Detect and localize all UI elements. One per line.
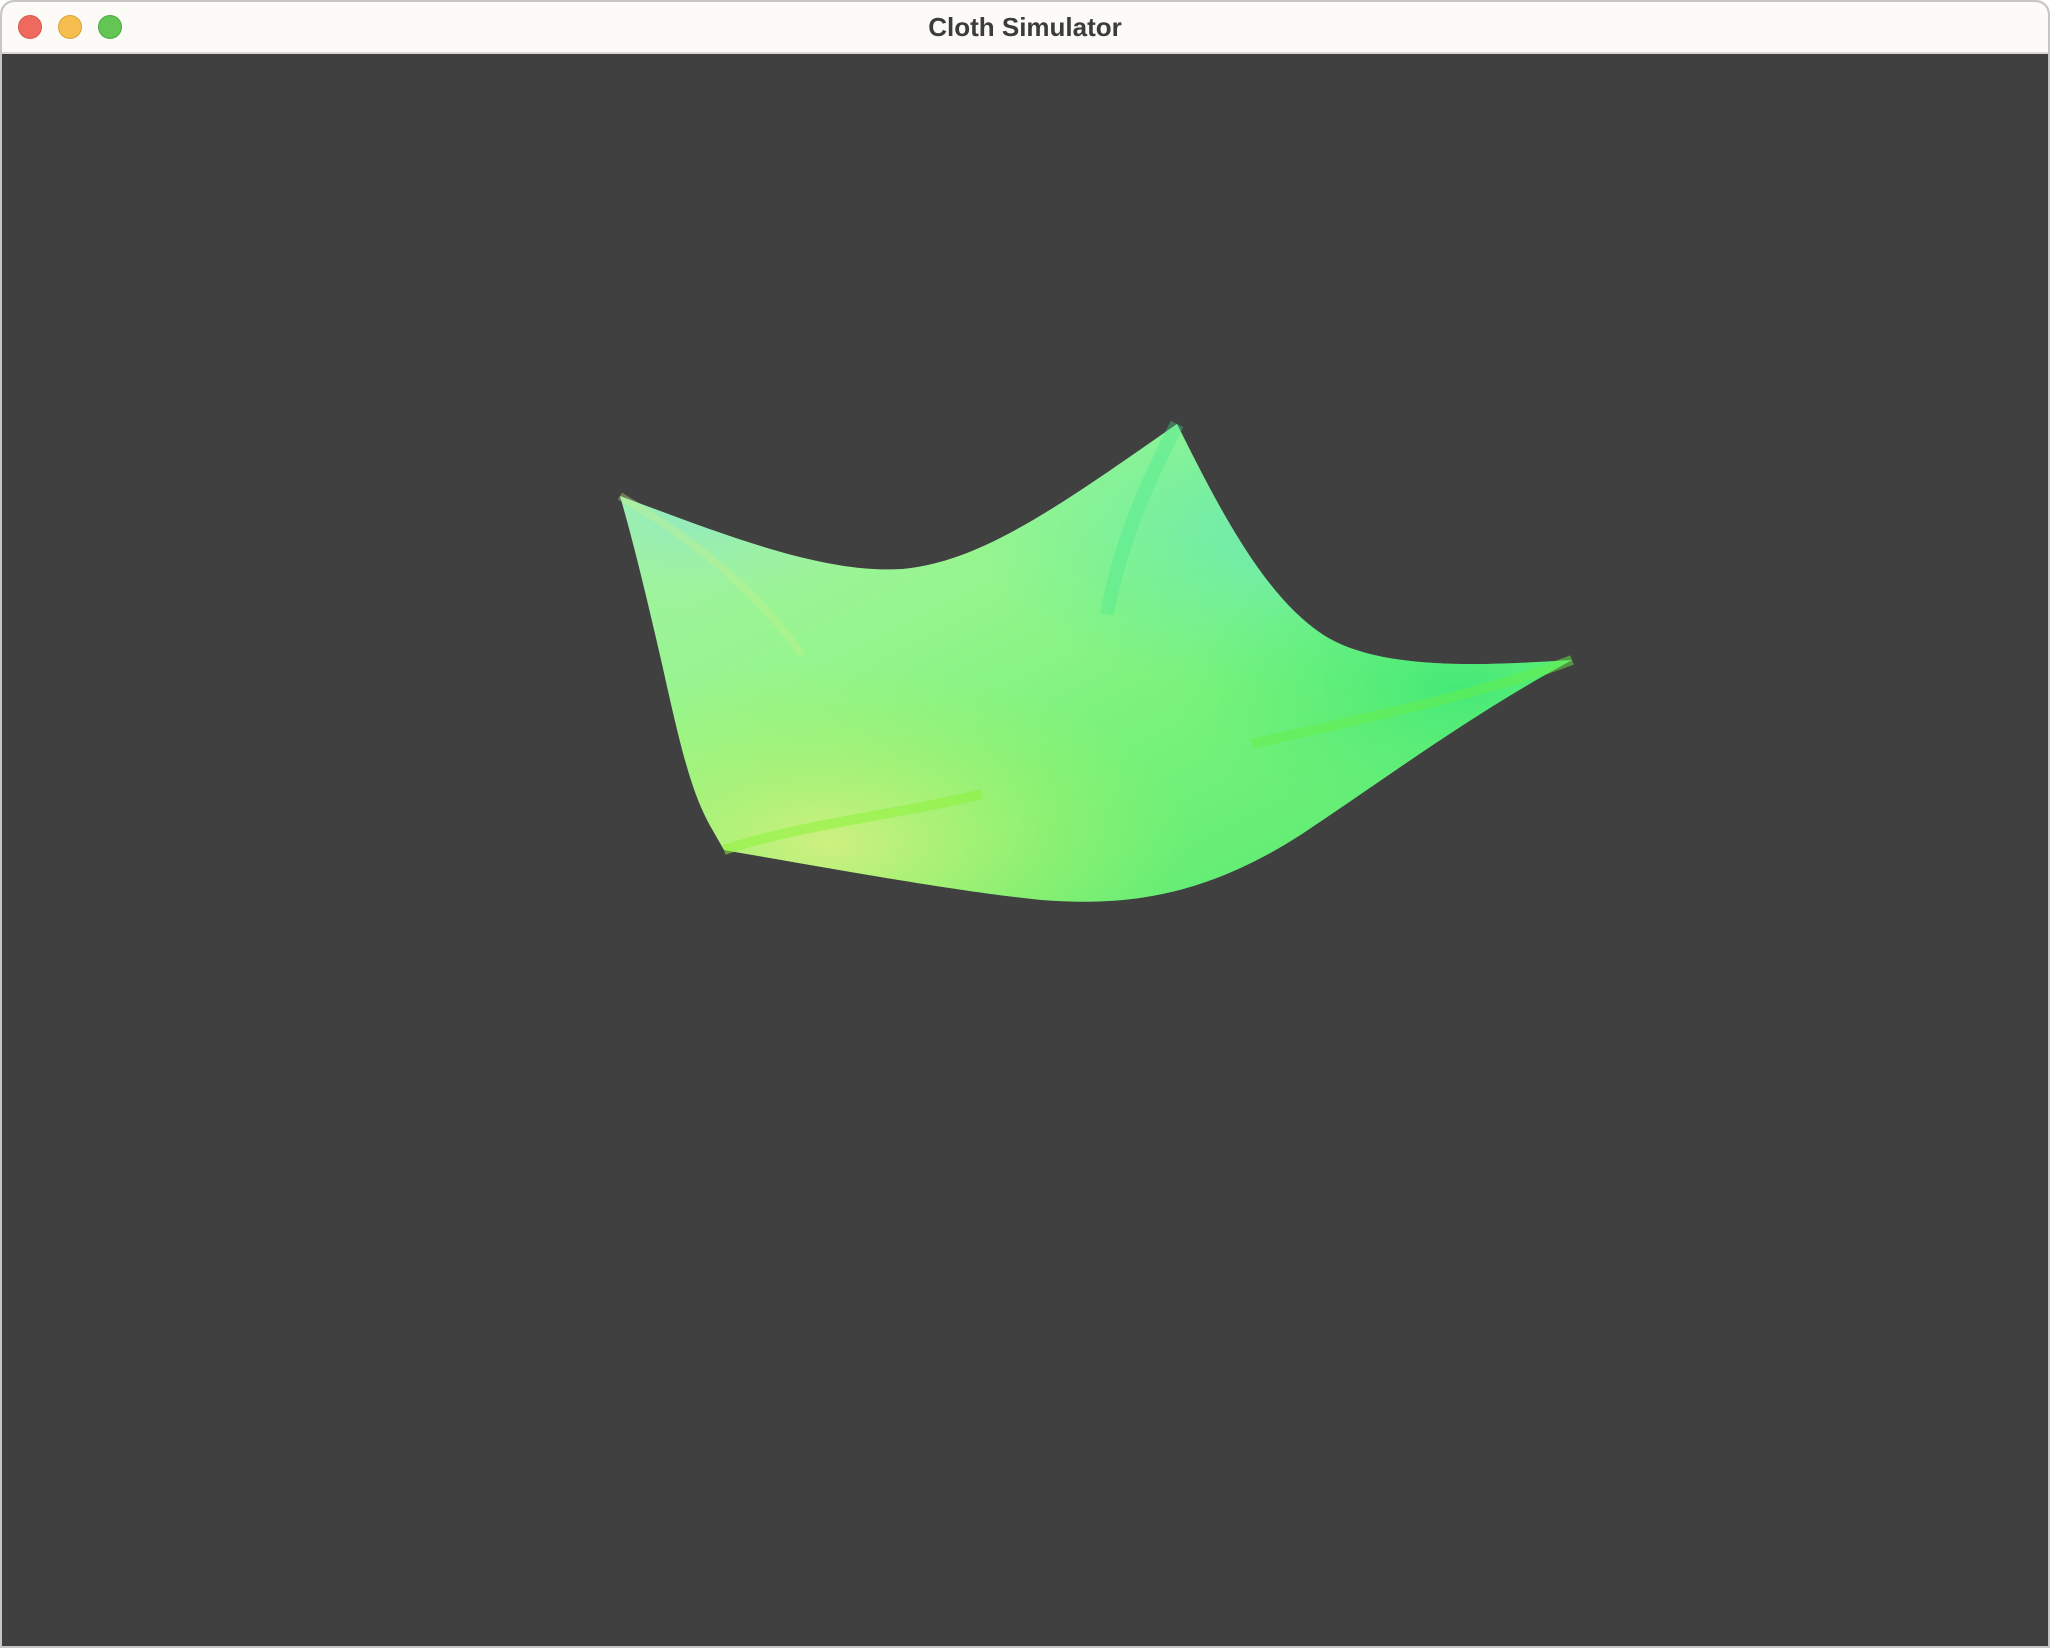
cloth-canvas	[617, 420, 1574, 902]
cloth-mesh	[617, 420, 1574, 902]
render-viewport[interactable]	[2, 54, 2048, 1646]
window-title: Cloth Simulator	[928, 12, 1122, 42]
app-window: Cloth Simulator	[0, 0, 2050, 1648]
title-bar[interactable]: Cloth Simulator	[2, 2, 2048, 54]
